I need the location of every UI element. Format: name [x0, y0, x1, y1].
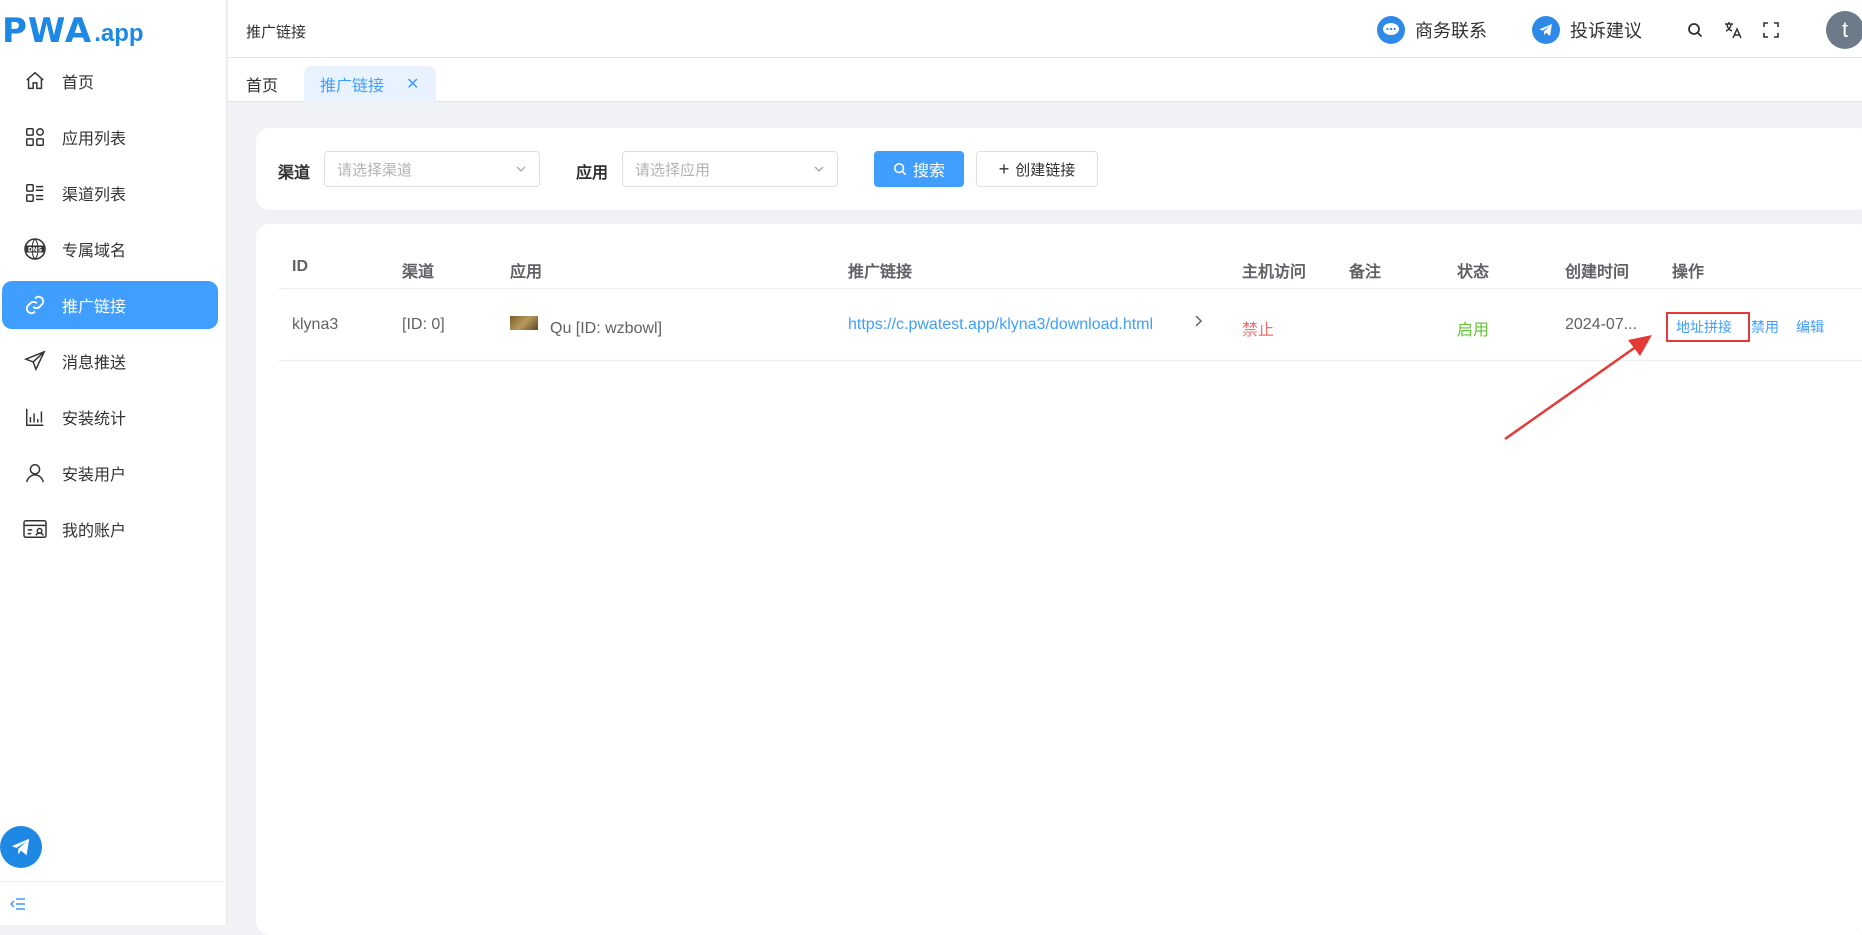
sidebar-item-push[interactable]: 消息推送 [2, 337, 218, 385]
complaint-link[interactable]: 投诉建议 [1532, 16, 1642, 44]
plus-icon: + [999, 160, 1010, 178]
column-header-app: 应用 [510, 258, 542, 282]
tabs-bar: 首页 推广链接 ✕ [228, 58, 1862, 102]
complaint-label: 投诉建议 [1570, 17, 1642, 43]
create-link-button[interactable]: + 创建链接 [976, 151, 1098, 187]
column-header-status: 状态 [1457, 258, 1489, 282]
chevron-down-icon [515, 162, 527, 179]
fullscreen-icon[interactable] [1760, 19, 1782, 41]
tab-promo-links[interactable]: 推广链接 ✕ [304, 66, 436, 102]
chevron-right-icon[interactable] [1192, 314, 1204, 333]
top-header: 推广链接 商务联系 投诉建议 t [228, 0, 1862, 58]
chevron-down-icon [813, 162, 825, 179]
cell-channel: [ID: 0] [402, 316, 445, 334]
search-icon [893, 162, 907, 176]
column-header-channel: 渠道 [402, 258, 434, 282]
app-filter-label: 应用 [576, 159, 608, 183]
sidebar-item-label: 应用列表 [62, 125, 126, 149]
collapse-icon [10, 897, 26, 911]
chat-bubble-icon [1377, 16, 1405, 44]
cell-host-access: 禁止 [1242, 316, 1274, 340]
sidebar-item-install-users[interactable]: 安装用户 [2, 449, 218, 497]
table-row-divider [278, 360, 1862, 361]
column-header-created: 创建时间 [1565, 258, 1629, 282]
filter-card: 渠道 请选择渠道 应用 请选择应用 搜索 + 创建链接 [256, 128, 1862, 210]
home-icon [22, 68, 48, 94]
close-icon[interactable]: ✕ [406, 74, 419, 94]
telegram-icon [10, 836, 32, 858]
column-header-id: ID [292, 258, 308, 276]
channel-select[interactable]: 请选择渠道 [324, 151, 540, 187]
logo-main: PWA [2, 14, 92, 48]
business-contact-label: 商务联系 [1415, 17, 1487, 43]
edit-button[interactable]: 编辑 [1796, 317, 1824, 337]
app-thumbnail [510, 316, 538, 330]
logo-suffix: .app [94, 20, 143, 48]
tab-label: 首页 [246, 72, 278, 96]
cell-promo-link[interactable]: https://c.pwatest.app/klyna3/download.ht… [848, 316, 1153, 334]
tab-label: 推广链接 [320, 72, 384, 96]
sidebar-item-label: 推广链接 [62, 293, 126, 317]
sidebar-item-label: 安装统计 [62, 405, 126, 429]
dns-globe-icon: DNS [22, 236, 48, 262]
column-header-remark: 备注 [1349, 258, 1381, 282]
annotation-highlight-box [1666, 312, 1750, 342]
breadcrumb: 推广链接 [246, 21, 306, 42]
sidebar-item-label: 我的账户 [62, 517, 126, 541]
sidebar-item-label: 消息推送 [62, 349, 126, 373]
logo[interactable]: PWA .app [2, 14, 144, 48]
sidebar-item-label: 专属域名 [62, 237, 126, 261]
apps-icon [22, 124, 48, 150]
svg-text:DNS: DNS [28, 246, 42, 253]
search-button-label: 搜索 [913, 157, 945, 181]
search-icon[interactable] [1684, 19, 1706, 41]
column-header-host-access: 主机访问 [1242, 258, 1306, 282]
sidebar: PWA .app 首页 应用列表 渠道列表 DNS 专属域名 [0, 0, 227, 925]
sidebar-item-home[interactable]: 首页 [2, 57, 218, 105]
send-icon [22, 348, 48, 374]
telegram-float-button[interactable] [0, 826, 42, 868]
sidebar-item-install-stats[interactable]: 安装统计 [2, 393, 218, 441]
link-icon [22, 292, 48, 318]
app-select[interactable]: 请选择应用 [622, 151, 838, 187]
user-icon [22, 460, 48, 486]
business-contact-link[interactable]: 商务联系 [1377, 16, 1487, 44]
list-icon [22, 180, 48, 206]
table-card: ID 渠道 应用 推广链接 主机访问 备注 状态 创建时间 操作 klyna3 … [256, 224, 1862, 935]
column-header-link: 推广链接 [848, 258, 912, 282]
search-button[interactable]: 搜索 [874, 151, 964, 187]
sidebar-item-domains[interactable]: DNS 专属域名 [2, 225, 218, 273]
sidebar-item-promo-links[interactable]: 推广链接 [2, 281, 218, 329]
app-select-placeholder: 请选择应用 [635, 159, 710, 180]
sidebar-item-label: 渠道列表 [62, 181, 126, 205]
cell-app: Qu [ID: wzbowl] [510, 316, 662, 338]
cell-id: klyna3 [292, 316, 338, 334]
table-header-divider [278, 288, 1862, 289]
sidebar-item-label: 首页 [62, 69, 94, 93]
column-header-actions: 操作 [1672, 258, 1704, 282]
channel-select-placeholder: 请选择渠道 [337, 159, 412, 180]
sidebar-menu: 首页 应用列表 渠道列表 DNS 专属域名 推广链接 [0, 57, 226, 561]
create-link-label: 创建链接 [1015, 159, 1075, 180]
sidebar-item-channels[interactable]: 渠道列表 [2, 169, 218, 217]
collapse-sidebar-button[interactable] [0, 881, 226, 925]
cell-app-name: Qu [ID: wzbowl] [550, 320, 662, 337]
bar-chart-icon [22, 404, 48, 430]
disable-button[interactable]: 禁用 [1751, 317, 1779, 337]
cell-status: 启用 [1457, 316, 1489, 340]
translate-icon[interactable] [1722, 19, 1744, 41]
cell-created: 2024-07... [1565, 316, 1637, 334]
tab-home[interactable]: 首页 [246, 66, 278, 102]
avatar[interactable]: t [1826, 11, 1862, 49]
telegram-icon [1532, 16, 1560, 44]
sidebar-item-label: 安装用户 [62, 461, 126, 485]
sidebar-item-apps[interactable]: 应用列表 [2, 113, 218, 161]
channel-filter-label: 渠道 [278, 159, 310, 183]
account-card-icon [22, 516, 48, 542]
sidebar-item-account[interactable]: 我的账户 [2, 505, 218, 553]
